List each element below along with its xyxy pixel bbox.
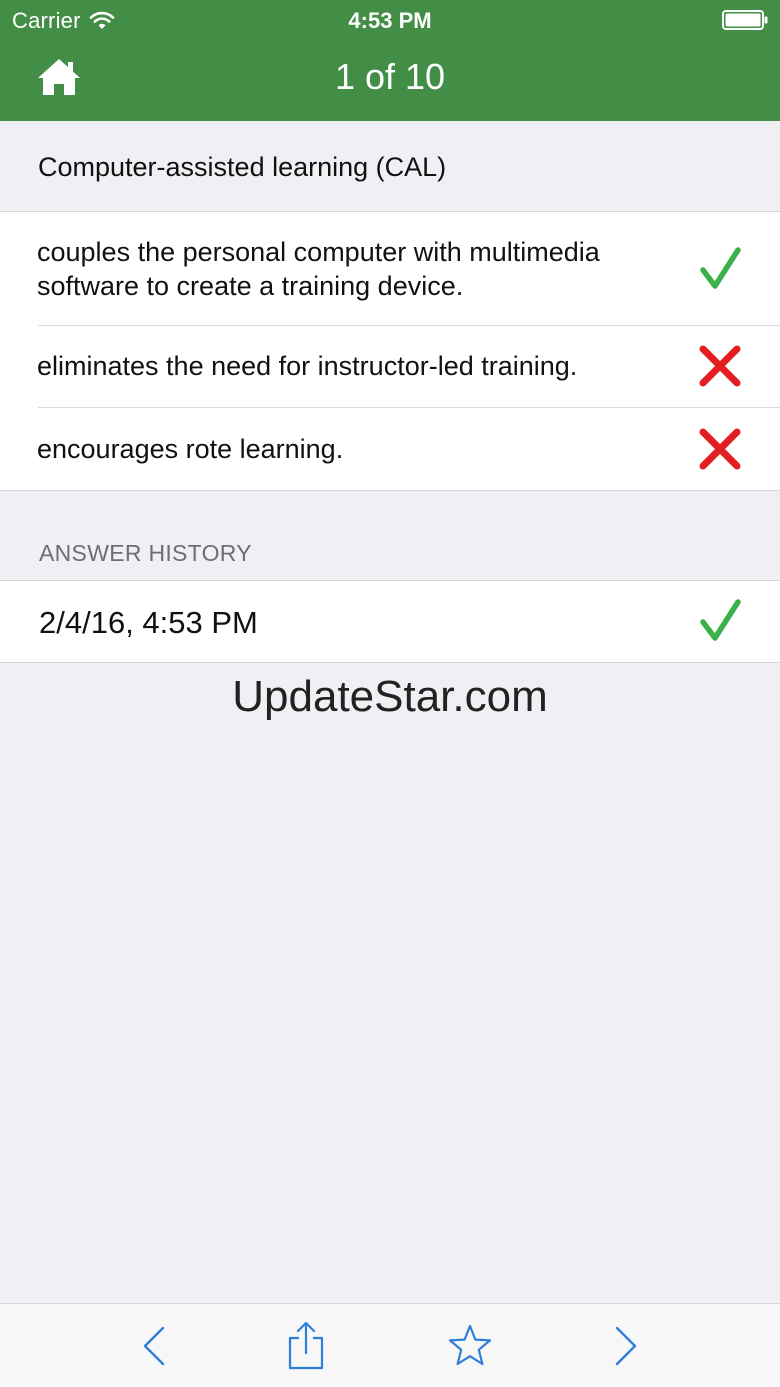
- header: Carrier 4:53 PM 1 of 10: [0, 0, 780, 121]
- nav-bar: 1 of 10: [0, 40, 780, 121]
- cross-icon: [699, 428, 741, 469]
- screen: Carrier 4:53 PM 1 of 10 Computer-assiste…: [0, 0, 780, 1387]
- answer-option[interactable]: couples the personal computer with multi…: [0, 212, 780, 325]
- forward-button[interactable]: [601, 1322, 649, 1370]
- answer-option[interactable]: eliminates the need for instructor-led t…: [0, 325, 780, 407]
- checkmark-icon: [700, 246, 741, 289]
- question-text: Computer-assisted learning (CAL): [38, 152, 447, 182]
- battery-icon: [722, 10, 768, 30]
- back-button[interactable]: [131, 1322, 179, 1370]
- share-button[interactable]: [282, 1321, 330, 1370]
- back-chevron-icon: [143, 1326, 165, 1366]
- history-header: ANSWER HISTORY: [39, 540, 252, 566]
- forward-chevron-icon: [615, 1326, 637, 1366]
- checkmark-icon: [700, 599, 741, 641]
- cross-icon: [699, 345, 741, 387]
- favorite-button[interactable]: [446, 1322, 494, 1370]
- answer-list: couples the personal computer with multi…: [0, 212, 780, 491]
- status-bar: Carrier 4:53 PM: [0, 0, 780, 40]
- watermark: UpdateStar.com: [232, 672, 548, 721]
- answer-text: eliminates the need for instructor-led t…: [37, 351, 578, 381]
- status-time: 4:53 PM: [348, 8, 432, 33]
- history-list: 2/4/16, 4:53 PM: [0, 580, 780, 663]
- answer-text: couples the personal computer with multi…: [37, 236, 600, 301]
- page-title: 1 of 10: [334, 56, 446, 97]
- answer-option[interactable]: encourages rote learning.: [0, 407, 780, 490]
- question-section: Computer-assisted learning (CAL): [0, 121, 780, 212]
- star-icon: [448, 1324, 492, 1366]
- share-icon: [288, 1321, 324, 1370]
- answer-text: encourages rote learning.: [37, 433, 344, 464]
- toolbar: [0, 1303, 780, 1387]
- history-date: 2/4/16, 4:53 PM: [39, 605, 258, 640]
